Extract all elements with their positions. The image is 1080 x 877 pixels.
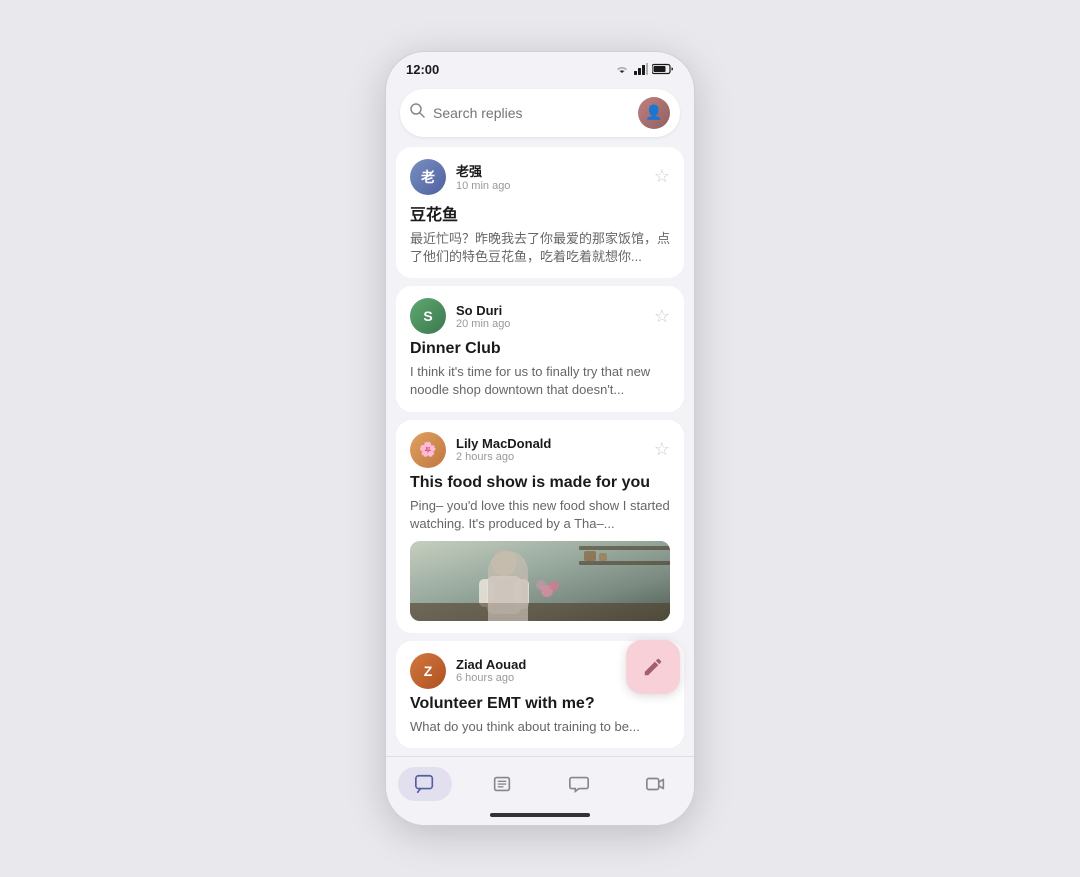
nav-item-chat[interactable]	[398, 767, 452, 801]
card-header-2: S So Duri 20 min ago ☆	[410, 298, 670, 334]
star-button-2[interactable]: ☆	[654, 306, 670, 327]
nav-item-list[interactable]	[475, 767, 529, 801]
phone-frame: 12:00	[385, 51, 695, 826]
signal-icon	[634, 63, 648, 75]
search-bar[interactable]: 👤	[400, 89, 680, 137]
sender-time-2: 20 min ago	[456, 318, 644, 330]
chat-nav-icon	[414, 773, 436, 795]
card-meta-4: Ziad Aouad 6 hours ago	[456, 657, 644, 684]
message-card-3[interactable]: 🌸 Lily MacDonald 2 hours ago ☆ This food…	[396, 420, 684, 633]
food-show-image	[410, 541, 670, 621]
nav-item-bubble[interactable]	[552, 767, 606, 801]
star-button-1[interactable]: ☆	[654, 166, 670, 187]
avatar-lily: 🌸	[410, 432, 446, 468]
list-nav-icon	[491, 773, 513, 795]
home-indicator	[386, 807, 694, 825]
card-title-3: This food show is made for you	[410, 474, 670, 492]
card-preview-2: I think it's time for us to finally try …	[410, 363, 670, 399]
sender-time-3: 2 hours ago	[456, 451, 644, 463]
wifi-icon	[614, 63, 630, 75]
avatar-laoquiang: 老	[410, 159, 446, 195]
status-time: 12:00	[406, 62, 439, 77]
card-header-1: 老 老强 10 min ago ☆	[410, 159, 670, 195]
video-nav-icon	[645, 773, 667, 795]
sender-time-4: 6 hours ago	[456, 672, 644, 684]
bubble-nav-icon	[568, 773, 590, 795]
status-icons	[614, 63, 674, 75]
sender-name-3: Lily MacDonald	[456, 436, 644, 451]
search-input[interactable]	[433, 105, 630, 121]
card-meta-3: Lily MacDonald 2 hours ago	[456, 436, 644, 463]
pencil-icon	[642, 656, 664, 678]
compose-fab-button[interactable]	[626, 640, 680, 694]
avatar-ziad: Z	[410, 653, 446, 689]
sender-name-1: 老强	[456, 161, 644, 180]
message-card-1[interactable]: 老 老强 10 min ago ☆ 豆花鱼 最近忙吗？昨晚我去了你最爱的那家饭馆…	[396, 147, 684, 278]
search-icon	[410, 103, 425, 122]
home-bar	[490, 813, 590, 817]
sender-name-2: So Duri	[456, 303, 644, 318]
card-title-1: 豆花鱼	[410, 201, 670, 225]
message-card-2[interactable]: S So Duri 20 min ago ☆ Dinner Club I thi…	[396, 286, 684, 411]
card-preview-1: 最近忙吗？昨晚我去了你最爱的那家饭馆，点了他们的特色豆花鱼，吃着吃着就想你...	[410, 230, 670, 266]
card-title-2: Dinner Club	[410, 340, 670, 358]
user-avatar: 👤	[638, 97, 670, 129]
status-bar: 12:00	[386, 52, 694, 83]
avatar-soduri: S	[410, 298, 446, 334]
card-preview-4: What do you think about training to be..…	[410, 718, 670, 736]
battery-icon	[652, 63, 674, 75]
card-preview-3: Ping– you'd love this new food show I st…	[410, 497, 670, 533]
card-meta-1: 老强 10 min ago	[456, 161, 644, 192]
sender-time-1: 10 min ago	[456, 180, 644, 192]
nav-item-video[interactable]	[629, 767, 683, 801]
sender-name-4: Ziad Aouad	[456, 657, 644, 672]
bottom-nav	[386, 756, 694, 807]
star-button-3[interactable]: ☆	[654, 439, 670, 460]
card-title-4: Volunteer EMT with me?	[410, 695, 670, 713]
card-meta-2: So Duri 20 min ago	[456, 303, 644, 330]
card-image-3	[410, 541, 670, 621]
card-header-3: 🌸 Lily MacDonald 2 hours ago ☆	[410, 432, 670, 468]
